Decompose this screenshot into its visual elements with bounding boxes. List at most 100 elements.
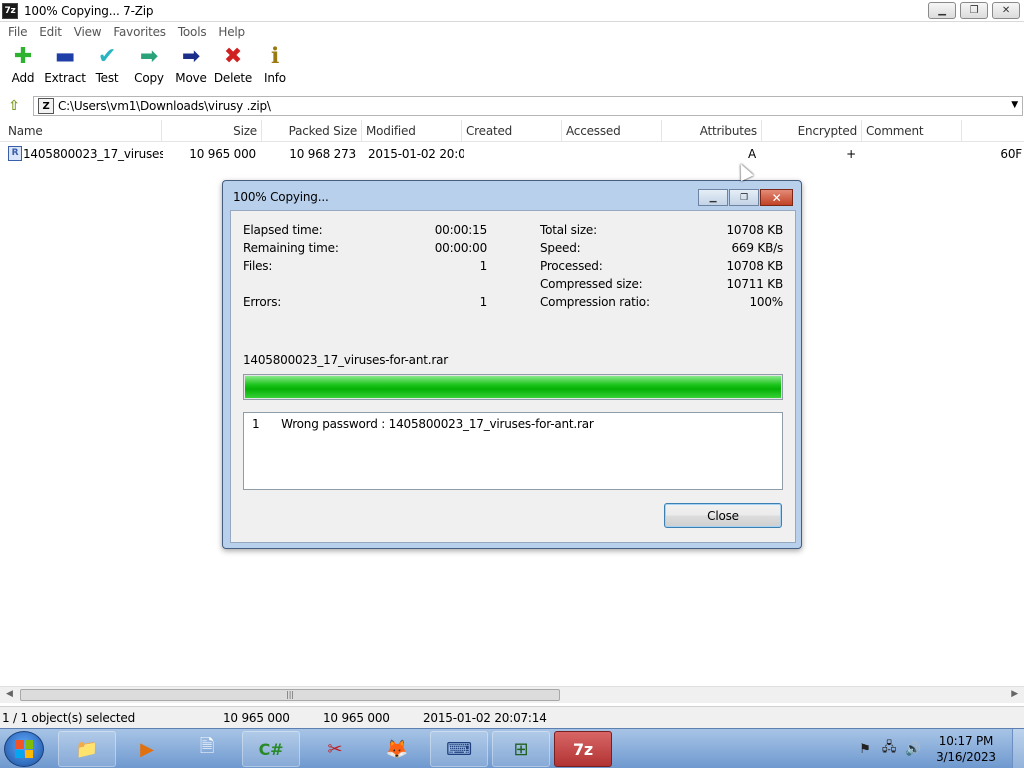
minimize-button[interactable]: ▁ <box>928 2 956 19</box>
zip-archive-icon: Z <box>38 98 54 114</box>
copy-label: Copy <box>134 71 164 85</box>
action-center-flag-icon[interactable]: ⚑ <box>856 742 874 757</box>
menu-view[interactable]: View <box>68 25 108 39</box>
windows-logo-icon[interactable]: ⊞ <box>492 731 550 767</box>
speed-value: 669 KB/s <box>731 241 783 255</box>
message-index: 1 <box>252 417 260 431</box>
errors-value: 1 <box>479 295 488 309</box>
address-row: ⇧ Z C:\Users\vm1\Downloads\virusy .zip\ … <box>0 95 1024 117</box>
menu-bar: File Edit View Favorites Tools Help <box>0 22 1024 42</box>
clock-date: 3/16/2023 <box>936 750 996 764</box>
status-packed: 10 965 000 <box>323 711 390 725</box>
row-attributes: A <box>747 147 756 161</box>
list-item[interactable]: 1 Wrong password : 1405800023_17_viruses… <box>252 417 594 431</box>
address-path[interactable]: C:\Users\vm1\Downloads\virusy .zip\ <box>58 99 271 113</box>
dialog-title: 100% Copying... <box>233 190 329 204</box>
firefox-icon[interactable]: 🦊 <box>368 731 426 767</box>
elapsed-time-label: Elapsed time: <box>243 223 323 237</box>
compression-ratio-label: Compression ratio: <box>540 295 650 309</box>
show-desktop-button[interactable] <box>1012 729 1024 768</box>
menu-file[interactable]: File <box>2 25 33 39</box>
add-label: Add <box>11 71 35 85</box>
test-label: Test <box>95 71 119 85</box>
menu-edit[interactable]: Edit <box>33 25 67 39</box>
extract-label: Extract <box>44 71 86 85</box>
media-player-icon[interactable]: ▶ <box>118 731 176 767</box>
column-packed-size[interactable]: Packed Size <box>262 120 362 142</box>
error-message-list[interactable]: 1 Wrong password : 1405800023_17_viruses… <box>243 412 783 490</box>
add-button[interactable]: ✚ Add <box>2 44 44 92</box>
dialog-maximize-button[interactable]: ❐ <box>729 189 759 206</box>
menu-tools[interactable]: Tools <box>172 25 213 39</box>
snipping-tool-icon[interactable]: ✂ <box>306 731 364 767</box>
menu-help[interactable]: Help <box>212 25 251 39</box>
move-button[interactable]: ➡ Move <box>170 44 212 92</box>
close-button[interactable]: Close <box>664 503 782 528</box>
copy-button[interactable]: ➡ Copy <box>128 44 170 92</box>
speed-label: Speed: <box>540 241 581 255</box>
column-attributes[interactable]: Attributes <box>662 120 762 142</box>
column-name[interactable]: Name <box>4 120 162 142</box>
row-encrypted: + <box>846 147 856 161</box>
dialog-close-x-button[interactable]: ✕ <box>760 189 793 206</box>
menu-favorites[interactable]: Favorites <box>107 25 171 39</box>
clock[interactable]: 10:17 PM 3/16/2023 <box>928 733 1004 765</box>
message-text: Wrong password : 1405800023_17_viruses-f… <box>281 417 594 431</box>
row-name: 1405800023_17_viruses-f... <box>23 147 163 161</box>
row-comment <box>868 144 962 164</box>
column-encrypted[interactable]: Encrypted <box>762 120 862 142</box>
dialog-body: Elapsed time: 00:00:15 Remaining time: 0… <box>230 210 796 543</box>
row-packed-size: 10 968 273 <box>289 147 356 161</box>
7zip-taskbar-icon[interactable]: 7z <box>554 731 612 767</box>
close-window-button[interactable]: ✕ <box>992 2 1020 19</box>
status-size: 10 965 000 <box>223 711 290 725</box>
row-created <box>468 144 562 164</box>
column-accessed[interactable]: Accessed <box>562 120 662 142</box>
errors-label: Errors: <box>243 295 282 309</box>
column-size[interactable]: Size <box>162 120 262 142</box>
up-folder-icon[interactable]: ⇧ <box>4 97 24 115</box>
plus-icon: ✚ <box>13 44 33 69</box>
column-modified[interactable]: Modified <box>362 120 462 142</box>
scrollbar-thumb[interactable]: ||| <box>20 689 560 701</box>
title-bar: 7z 100% Copying... 7-Zip ▁ ❐ ✕ <box>0 0 1024 22</box>
move-arrow-icon: ➡ <box>181 44 201 69</box>
toolbar: ✚ Add ▬ Extract ✔ Test ➡ Copy ➡ Move ✖ D… <box>0 44 1024 92</box>
info-button[interactable]: ℹ Info <box>254 44 296 92</box>
test-button[interactable]: ✔ Test <box>86 44 128 92</box>
clock-time: 10:17 PM <box>938 734 994 748</box>
check-icon: ✔ <box>97 44 117 69</box>
restore-button[interactable]: ❐ <box>960 2 988 19</box>
horizontal-scrollbar[interactable]: ◀ ||| ▶ <box>0 686 1024 703</box>
volume-icon[interactable]: 🔊 <box>904 742 922 757</box>
windows-flag-icon <box>15 740 33 758</box>
network-icon[interactable]: 🖧 <box>880 738 898 760</box>
extract-button[interactable]: ▬ Extract <box>44 44 86 92</box>
csharp-icon[interactable]: C# <box>242 731 300 767</box>
total-size-value: 10708 KB <box>726 223 784 237</box>
column-created[interactable]: Created <box>462 120 562 142</box>
address-bar[interactable]: Z C:\Users\vm1\Downloads\virusy .zip\ ▼ <box>33 96 1023 116</box>
delete-button[interactable]: ✖ Delete <box>212 44 254 92</box>
rar-file-icon: R <box>8 146 22 161</box>
compressed-size-label: Compressed size: <box>540 277 643 291</box>
column-comment[interactable]: Comment <box>862 120 962 142</box>
dialog-minimize-button[interactable]: ▁ <box>698 189 728 206</box>
row-modified: 2015-01-02 20:07 <box>368 147 464 161</box>
current-file-name: 1405800023_17_viruses-for-ant.rar <box>243 353 448 367</box>
start-button[interactable] <box>4 731 44 767</box>
scroll-right-icon[interactable]: ▶ <box>1011 689 1018 699</box>
minus-icon: ▬ <box>54 44 76 69</box>
notepad-icon[interactable]: 🗎 <box>178 731 236 767</box>
explorer-icon[interactable]: 📁 <box>58 731 116 767</box>
files-value: 1 <box>479 259 488 273</box>
delete-x-icon: ✖ <box>223 44 243 69</box>
dropdown-arrow-icon[interactable]: ▼ <box>1011 100 1018 110</box>
on-screen-keyboard-icon[interactable]: ⌨ <box>430 731 488 767</box>
scroll-left-icon[interactable]: ◀ <box>6 689 13 699</box>
copy-progress-dialog: 100% Copying... ▁ ❐ ✕ Elapsed time: 00:0… <box>222 180 802 549</box>
7zip-app-icon[interactable]: 7z <box>2 2 18 19</box>
processed-value: 10708 KB <box>726 259 784 273</box>
table-row[interactable]: R 1405800023_17_viruses-f... 10 965 000 … <box>0 144 1024 164</box>
status-modified: 2015-01-02 20:07:14 <box>423 711 547 725</box>
